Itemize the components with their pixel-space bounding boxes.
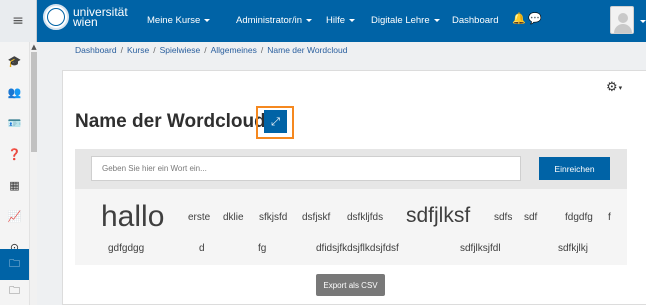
caret-down-icon (349, 18, 356, 22)
nav-menu-digitale-lehre[interactable]: Digitale Lehre (371, 15, 440, 26)
export-csv-button[interactable]: Export als CSV (316, 274, 385, 296)
user-avatar[interactable] (610, 6, 634, 34)
nav-menu-hilfe[interactable]: Hilfe (326, 15, 356, 26)
sidebar-item-courses[interactable]: 🎓 (0, 46, 29, 77)
cloud-word: sdfs (494, 212, 513, 223)
cloud-word: fg (258, 243, 267, 254)
sidebar-item-participants[interactable]: 👥 (0, 77, 29, 108)
submit-button[interactable]: Einreichen (539, 157, 610, 180)
logo-text: universität wien (73, 5, 128, 29)
cloud-word: dsfjskf (302, 212, 331, 223)
breadcrumb-item[interactable]: Kurse (127, 45, 149, 55)
cloud-word: erste (188, 212, 211, 223)
caret-down-icon (306, 18, 312, 22)
breadcrumb-item[interactable]: Spielwiese (160, 45, 201, 55)
sidebar-item-reports[interactable]: 📈 (0, 201, 29, 232)
users-icon: 👥 (7, 86, 22, 99)
sidebar-item-competencies[interactable]: ❓ (0, 139, 29, 170)
nav-menu-meine-kurse[interactable]: Meine Kurse (147, 15, 211, 26)
sidebar-scrollbar[interactable]: ▲ (29, 42, 37, 305)
caret-down-icon (204, 18, 211, 22)
cloud-word: dklie (223, 212, 244, 223)
breadcrumb: Dashboard / Kurse / Spielwiese / Allgemeines / N… (75, 45, 348, 55)
help-circle-icon: ❓ (7, 148, 22, 161)
page-title: Name der Wordcloud (75, 111, 266, 132)
hamburger-icon: ≡ (12, 13, 24, 29)
folder-icon: 🗀 (9, 257, 20, 270)
cloud-word: gdfgdgg (108, 243, 145, 254)
word-input[interactable] (91, 156, 521, 181)
cloud-word: fdgdfg (565, 212, 593, 223)
breadcrumb-item[interactable]: Allgemeines (211, 45, 257, 55)
nav-menu-administrator[interactable]: Administrator/in (236, 15, 312, 26)
cloud-word: f (608, 212, 611, 223)
cloud-word: d (199, 243, 205, 254)
cloud-word: sdfjlksjfdl (460, 243, 501, 254)
scroll-up-arrow-icon[interactable]: ▲ (30, 42, 38, 52)
area-chart-icon: 📈 (7, 210, 22, 223)
nav-drawer-toggle[interactable]: ≡ (0, 0, 37, 42)
expand-icon: ⤢ (271, 114, 280, 128)
gear-icon[interactable]: ⚙▾ (606, 80, 622, 95)
sidebar-item-badges[interactable]: 🪪 (0, 108, 29, 139)
table-icon: ▦ (9, 179, 20, 192)
top-navbar: ≡ universität wien Meine Kurse Administr… (0, 0, 646, 42)
cloud-word: sdf (524, 212, 538, 223)
speech-bubble-icon[interactable]: 💬 (528, 12, 542, 25)
graduation-cap-icon: 🎓 (7, 55, 22, 68)
university-logo[interactable]: universität wien (43, 4, 128, 30)
id-card-icon: 🪪 (7, 117, 22, 130)
cloud-word: dfidsjfkdsjflkdsjfdsf (316, 243, 399, 254)
left-sidebar: 🎓 👥 🪪 ❓ ▦ 📈 ⊙ 🗀 🗀 ▲ (0, 42, 37, 305)
bell-icon[interactable]: 🔔 (512, 12, 526, 25)
caret-down-icon: ▾ (618, 83, 623, 92)
sidebar-item-grades[interactable]: ▦ (0, 170, 29, 201)
breadcrumb-item[interactable]: Name der Wordcloud (267, 45, 347, 55)
cloud-word: hallo (101, 200, 165, 233)
cloud-word: sdfjlksf (406, 204, 471, 227)
seal-icon (43, 4, 69, 30)
caret-down-icon[interactable] (640, 20, 646, 23)
breadcrumb-item[interactable]: Dashboard (75, 45, 117, 55)
fullscreen-button[interactable]: ⤢ (264, 110, 287, 133)
sidebar-item-section[interactable]: 🗀 (0, 276, 29, 305)
cloud-word: dsfkljfds (347, 212, 384, 223)
folder-icon: 🗀 (9, 284, 20, 297)
cloud-word: sfkjsfd (259, 212, 288, 223)
caret-down-icon (433, 18, 440, 22)
scrollbar-thumb[interactable] (31, 52, 37, 152)
nav-link-dashboard[interactable]: Dashboard (452, 15, 498, 26)
cloud-word: sdfkjlkj (558, 243, 589, 254)
